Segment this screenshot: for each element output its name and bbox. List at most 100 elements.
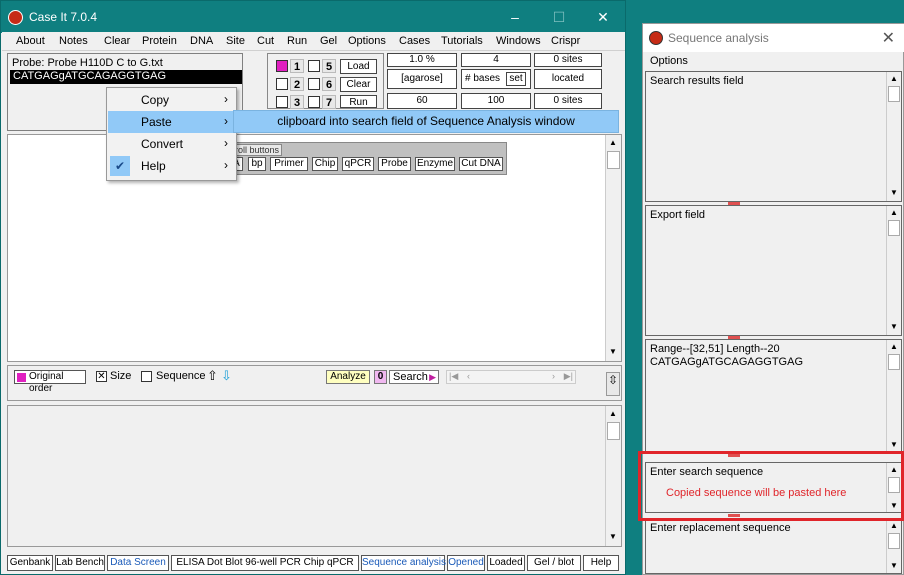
enter-replacement-pane[interactable]: Enter replacement sequence ▲ ▼ bbox=[645, 518, 902, 574]
paste-submenu-item[interactable]: clipboard into search field of Sequence … bbox=[233, 110, 619, 133]
scroll-up-icon[interactable]: ▲ bbox=[890, 342, 898, 351]
menu-site[interactable]: Site bbox=[226, 35, 245, 47]
scroll-up-icon[interactable]: ▲ bbox=[890, 521, 898, 530]
lane-7-checkbox[interactable] bbox=[308, 96, 320, 108]
scroll-up-icon[interactable]: ▲ bbox=[890, 208, 898, 217]
load-button[interactable]: Load bbox=[340, 59, 377, 74]
menu-about[interactable]: About bbox=[16, 35, 45, 47]
scroll-thumb[interactable] bbox=[888, 533, 900, 549]
arrow-up-icon[interactable]: ⇧ bbox=[207, 368, 218, 384]
menu-dna[interactable]: DNA bbox=[190, 35, 213, 47]
lower-display-area[interactable]: ▲ ▼ bbox=[7, 405, 622, 547]
minimize-button[interactable]: – bbox=[493, 5, 537, 29]
scroll-down-icon[interactable]: ▼ bbox=[890, 561, 898, 570]
tb-enzyme-button[interactable]: Enzyme bbox=[415, 157, 455, 171]
size-checkbox[interactable]: ✕ bbox=[96, 371, 107, 382]
lower-scrollbar[interactable]: ▲ ▼ bbox=[605, 406, 621, 546]
tb-bp-button[interactable]: bp bbox=[248, 157, 266, 171]
sa-options-menu[interactable]: Options bbox=[650, 55, 688, 67]
scroll-down-icon[interactable]: ▼ bbox=[609, 347, 617, 356]
menu-item-convert[interactable]: Convert › bbox=[108, 133, 237, 155]
menu-gel[interactable]: Gel bbox=[320, 35, 337, 47]
tab-sequence-analysis[interactable]: Sequence analysis bbox=[361, 555, 446, 571]
sa-title-bar[interactable]: Sequence analysis ✕ bbox=[643, 24, 904, 52]
pane-scrollbar[interactable]: ▲ ▼ bbox=[886, 206, 901, 335]
display-scrollbar[interactable]: ▲ ▼ bbox=[605, 135, 621, 361]
first-icon[interactable]: |◀ bbox=[449, 371, 458, 382]
tb-primer-button[interactable]: Primer bbox=[270, 157, 308, 171]
menu-notes[interactable]: Notes bbox=[59, 35, 88, 47]
menu-cut[interactable]: Cut bbox=[257, 35, 274, 47]
maximize-button[interactable]: ☐ bbox=[537, 5, 581, 29]
close-icon[interactable]: ✕ bbox=[882, 28, 895, 48]
scroll-thumb[interactable] bbox=[607, 422, 620, 440]
tb-cutdna-button[interactable]: Cut DNA bbox=[459, 157, 503, 171]
scroll-thumb[interactable] bbox=[888, 86, 900, 102]
pane-scrollbar[interactable]: ▲ ▼ bbox=[886, 72, 901, 201]
scroll-up-icon[interactable]: ▲ bbox=[609, 138, 617, 147]
next-icon[interactable]: › bbox=[552, 371, 555, 381]
menu-tutorials[interactable]: Tutorials bbox=[441, 35, 483, 47]
scroll-up-icon[interactable]: ▲ bbox=[609, 409, 617, 418]
volts-value[interactable]: 60 bbox=[387, 93, 457, 109]
clear-button[interactable]: Clear bbox=[340, 77, 377, 92]
menu-item-copy[interactable]: Copy › bbox=[108, 89, 237, 111]
tab-gel-blot[interactable]: Gel / blot bbox=[527, 555, 581, 571]
bases-value[interactable]: 4 bbox=[461, 53, 531, 67]
menu-clear[interactable]: Clear bbox=[104, 35, 130, 47]
search-button[interactable]: Search ▶ bbox=[389, 370, 439, 384]
title-bar[interactable]: Case It 7.0.4 – ☐ ✕ bbox=[1, 1, 625, 33]
prev-icon[interactable]: ‹ bbox=[467, 371, 470, 381]
scroll-thumb[interactable] bbox=[888, 220, 900, 236]
close-button[interactable]: ✕ bbox=[581, 5, 625, 29]
lane-2-checkbox[interactable] bbox=[276, 78, 288, 90]
sequence-checkbox[interactable] bbox=[141, 371, 152, 382]
set-button[interactable]: set bbox=[506, 72, 526, 86]
tab-lab-bench[interactable]: Lab Bench bbox=[55, 555, 105, 571]
menu-options[interactable]: Options bbox=[348, 35, 386, 47]
menu-item-help[interactable]: ✔ Help › bbox=[108, 155, 237, 177]
export-pane[interactable]: Export field ▲ ▼ bbox=[645, 205, 902, 336]
lane-5-checkbox[interactable] bbox=[308, 60, 320, 72]
pane-scrollbar[interactable]: ▲ ▼ bbox=[886, 340, 901, 453]
tb-probe-button[interactable]: Probe bbox=[378, 157, 411, 171]
arrow-down-icon[interactable]: ⇩ bbox=[221, 368, 232, 384]
tab-assays[interactable]: ELISA Dot Blot 96-well PCR Chip qPCR bbox=[171, 555, 359, 571]
scroll-up-icon[interactable]: ▲ bbox=[890, 74, 898, 83]
original-order-toggle[interactable]: Original order bbox=[14, 370, 86, 394]
tab-opened[interactable]: Opened bbox=[447, 555, 485, 571]
menu-crispr[interactable]: Crispr bbox=[551, 35, 580, 47]
tab-help[interactable]: Help bbox=[583, 555, 619, 571]
horizontal-scrollbar[interactable]: |◀ ‹ › ▶| bbox=[446, 370, 576, 384]
search-results-pane[interactable]: Search results field ▲ ▼ bbox=[645, 71, 902, 202]
menu-cases[interactable]: Cases bbox=[399, 35, 430, 47]
tab-data-screen[interactable]: Data Screen bbox=[107, 555, 169, 571]
scroll-down-icon[interactable]: ▼ bbox=[609, 532, 617, 541]
run-button[interactable]: Run bbox=[340, 95, 377, 108]
scroll-down-icon[interactable]: ▼ bbox=[890, 322, 898, 331]
scroll-down-icon[interactable]: ▼ bbox=[890, 188, 898, 197]
lane-1-checkbox[interactable] bbox=[276, 60, 288, 72]
range-pane[interactable]: Range--[32,51] Length--20 CATGAGgATGCAGA… bbox=[645, 339, 902, 454]
context-menu: Copy › Paste › Convert › ✔ Help › bbox=[106, 87, 237, 181]
menu-item-paste[interactable]: Paste › bbox=[108, 111, 237, 133]
menu-windows[interactable]: Windows bbox=[496, 35, 541, 47]
expand-icon[interactable]: ⇳ bbox=[606, 372, 620, 396]
bases-number[interactable]: 100 bbox=[461, 93, 531, 109]
menu-protein[interactable]: Protein bbox=[142, 35, 177, 47]
lane-6-checkbox[interactable] bbox=[308, 78, 320, 90]
probe-sequence[interactable]: CATGAGgATGCAGAGGTGAG bbox=[10, 70, 242, 84]
scroll-down-icon[interactable]: ▼ bbox=[890, 440, 898, 449]
scroll-thumb[interactable] bbox=[888, 354, 900, 370]
pane-scrollbar[interactable]: ▲ ▼ bbox=[886, 519, 901, 573]
agarose-value[interactable]: 1.0 % bbox=[387, 53, 457, 67]
scroll-thumb[interactable] bbox=[607, 151, 620, 169]
lane-3-checkbox[interactable] bbox=[276, 96, 288, 108]
menu-run[interactable]: Run bbox=[287, 35, 307, 47]
last-icon[interactable]: ▶| bbox=[564, 371, 573, 382]
tb-qpcr-button[interactable]: qPCR bbox=[342, 157, 374, 171]
analyze-button[interactable]: Analyze bbox=[326, 370, 370, 384]
tb-chip-button[interactable]: Chip bbox=[312, 157, 338, 171]
tab-loaded[interactable]: Loaded bbox=[487, 555, 525, 571]
tab-genbank[interactable]: Genbank bbox=[7, 555, 53, 571]
